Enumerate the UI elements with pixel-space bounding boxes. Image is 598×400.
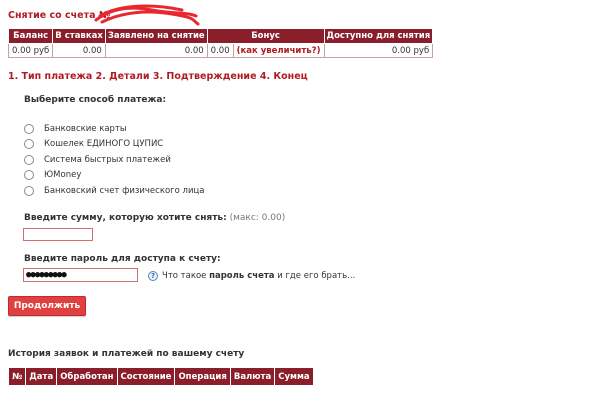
amount-label: Введите сумму, которую хотите снять: (ма… [24, 213, 285, 223]
table-header-row: № Дата Обработан Состояние Операция Валю… [7, 367, 314, 386]
col-available: Доступно для снятия [323, 28, 434, 44]
radio-button[interactable] [24, 123, 34, 134]
question-icon[interactable]: ? [148, 271, 158, 281]
payment-method-list: Банковские карты Кошелек ЕДИНОГО ЦУПИС С… [24, 121, 205, 199]
bonus-value: 0.00 [206, 43, 234, 58]
amount-label-text: Введите сумму, которую хотите снять: [24, 213, 227, 223]
bonus-increase-link[interactable]: (как увеличить?) [232, 43, 325, 58]
table-row: 0.00 руб 0.00 0.00 0.00 (как увеличить?)… [7, 43, 434, 58]
payment-option-yoomoney[interactable]: ЮMoney [24, 168, 205, 184]
col-processed: Обработан [56, 367, 118, 386]
continue-button[interactable]: Продолжить [8, 296, 86, 316]
col-amount: Сумма [274, 367, 314, 386]
balance-value: 0.00 руб [7, 43, 54, 58]
payment-method-label: Выберите способ платежа: [24, 95, 167, 105]
payment-option-label: Банковский счет физического лица [44, 185, 205, 196]
payment-option-label: Система быстрых платежей [44, 154, 171, 165]
radio-button[interactable] [24, 154, 34, 165]
in-bets-value: 0.00 [52, 43, 106, 58]
history-table: № Дата Обработан Состояние Операция Валю… [7, 367, 314, 386]
col-status: Состояние [116, 367, 176, 386]
page-header: Снятие со счета № [8, 4, 200, 26]
steps-breadcrumb: 1. Тип платежа 2. Детали 3. Подтверждени… [8, 71, 308, 82]
payment-option-cupis-wallet[interactable]: Кошелек ЕДИНОГО ЦУПИС [24, 137, 205, 153]
password-label: Введите пароль для доступа к счету: [24, 254, 221, 264]
radio-button[interactable] [24, 185, 34, 196]
col-in-bets: В ставках [52, 28, 106, 44]
col-number: № [7, 367, 27, 386]
requested-value: 0.00 [104, 43, 208, 58]
radio-button[interactable] [24, 170, 34, 181]
password-help[interactable]: ? Что такое пароль счета и где его брать… [148, 271, 355, 281]
help-text-prefix: Что такое [162, 271, 207, 281]
available-value: 0.00 руб [323, 43, 434, 58]
payment-option-label: Банковские карты [44, 123, 127, 134]
payment-option-bank-cards[interactable]: Банковские карты [24, 121, 205, 137]
help-text-suffix: и где его брать... [277, 271, 356, 281]
col-requested: Заявлено на снятие [104, 28, 208, 44]
balance-summary-table: Баланс В ставках Заявлено на снятие Бону… [7, 28, 434, 58]
payment-option-label: Кошелек ЕДИНОГО ЦУПИС [44, 139, 164, 150]
history-title: История заявок и платежей по вашему счет… [8, 349, 245, 359]
col-operation: Операция [174, 367, 231, 386]
payment-option-sbp[interactable]: Система быстрых платежей [24, 152, 205, 168]
amount-input[interactable] [23, 228, 93, 241]
password-input[interactable]: ●●●●●●●●● [23, 268, 138, 282]
payment-option-label: ЮMoney [44, 170, 82, 181]
radio-button[interactable] [24, 139, 34, 150]
col-currency: Валюта [229, 367, 276, 386]
table-header-row: Баланс В ставках Заявлено на снятие Бону… [7, 28, 434, 44]
col-bonus: Бонус [206, 28, 325, 44]
help-text-bold[interactable]: пароль счета [209, 271, 274, 281]
col-date: Дата [25, 367, 58, 386]
col-balance: Баланс [7, 28, 54, 44]
payment-option-bank-account[interactable]: Банковский счет физического лица [24, 183, 205, 199]
amount-max: (макс: 0.00) [229, 213, 286, 223]
